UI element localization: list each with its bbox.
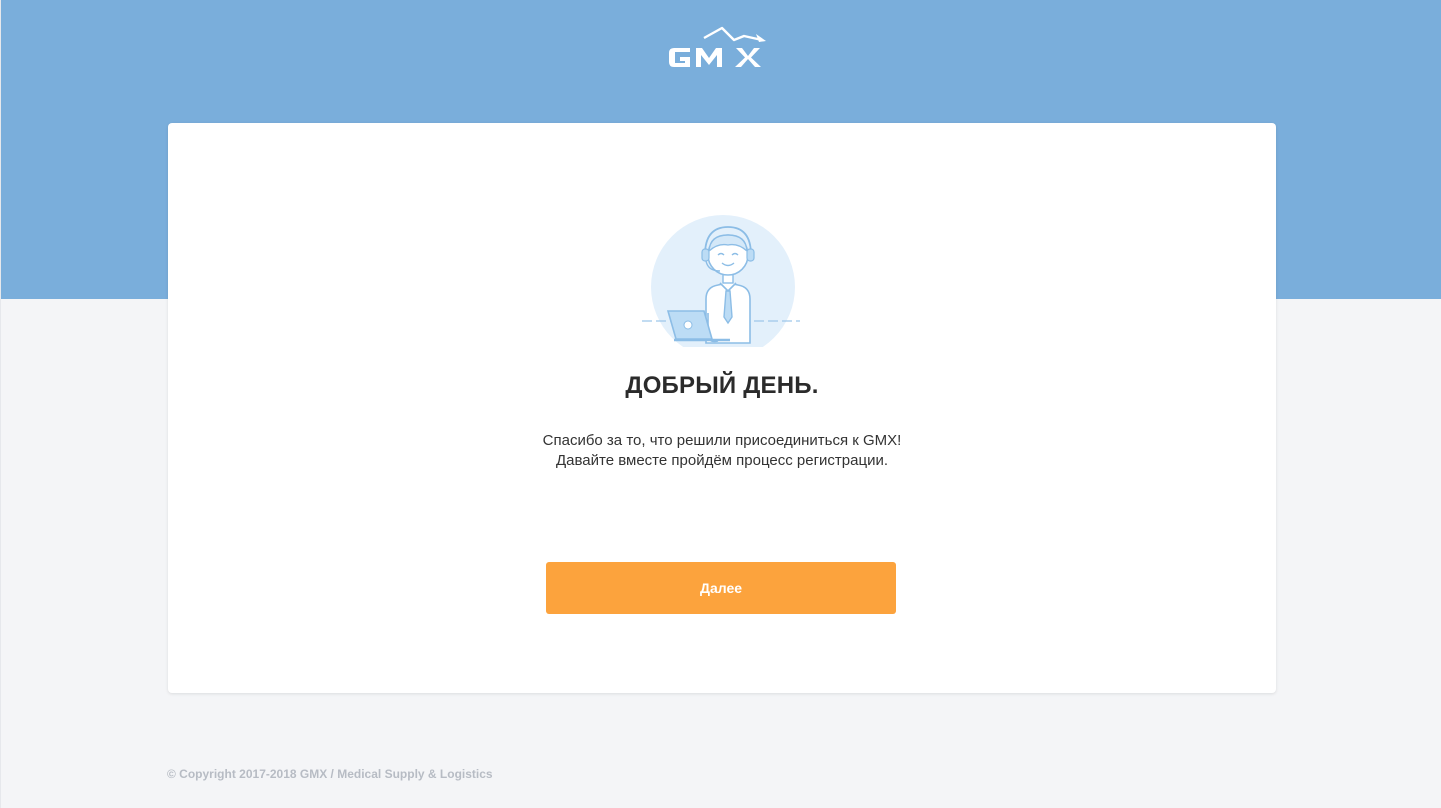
- gmx-logo: [669, 26, 766, 67]
- next-button[interactable]: Далее: [546, 562, 896, 614]
- support-operator-icon: [642, 215, 800, 347]
- welcome-description: Спасибо за то, что решили присоединиться…: [168, 431, 1276, 471]
- welcome-line-2: Давайте вместе пройдём процесс регистрац…: [555, 452, 888, 469]
- copyright-text: © Copyright 2017-2018 GMX / Medical Supp…: [167, 767, 493, 781]
- welcome-card: ДОБРЫЙ ДЕНЬ. Спасибо за то, что решили п…: [168, 123, 1276, 693]
- page: ДОБРЫЙ ДЕНЬ. Спасибо за то, что решили п…: [0, 0, 1441, 808]
- greeting-title: ДОБРЫЙ ДЕНЬ.: [625, 372, 819, 399]
- welcome-line-1: Спасибо за то, что решили присоединиться…: [542, 432, 902, 449]
